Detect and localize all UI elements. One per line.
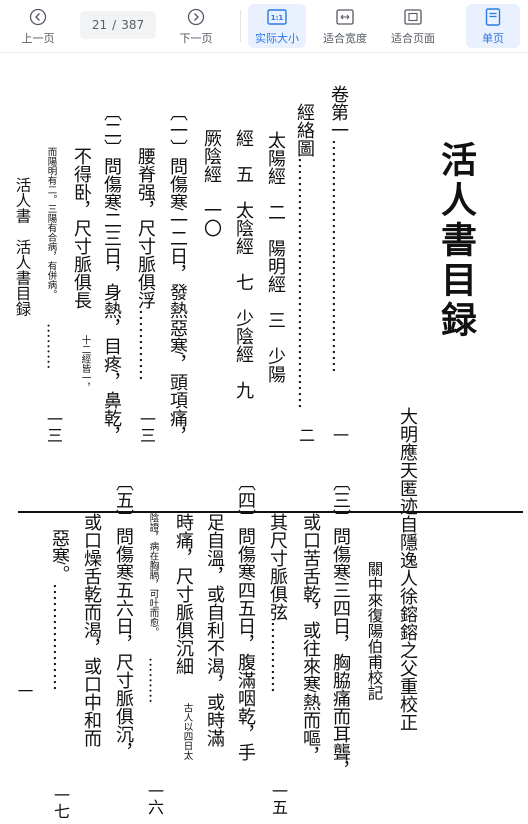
editor-line: 關中來復陽伯甫校記 bbox=[365, 561, 384, 701]
toc-line: 經 五 太陰經 七 少陰經 九 bbox=[233, 129, 254, 399]
toc-annotation: 陰證，病在胸膈，可吐而愈。 bbox=[147, 513, 159, 637]
single-page-label: 单页 bbox=[482, 32, 504, 45]
document-page: 活人書目録 卷第一………………………………… 一 經絡圖………………………………… bbox=[0, 53, 528, 824]
fit-width-icon bbox=[335, 7, 355, 27]
prev-page-label: 上一页 bbox=[21, 32, 55, 45]
document-title: 活人書目録 bbox=[435, 141, 477, 341]
toc-leader-dots: ……… bbox=[43, 323, 62, 370]
next-page-label: 下一页 bbox=[179, 32, 213, 45]
actual-size-badge: 1:1 bbox=[270, 13, 284, 22]
toc-line: 足自溫，或自利不渴，或時滿 bbox=[204, 513, 225, 747]
actual-size-label: 实际大小 bbox=[255, 32, 299, 45]
toc-entry: 〔三〕問傷寒三四日，胸脇痛而耳聾， bbox=[330, 473, 351, 779]
toc-line: 或口燥舌乾而渴，或口中和而 bbox=[81, 513, 102, 747]
toc-page-number: 一七 bbox=[51, 787, 70, 819]
toc-page-number: 一三 bbox=[44, 411, 63, 443]
toc-entry: 〔一〕問傷寒一二日，發熱惡寒，頭項痛， bbox=[167, 103, 188, 445]
single-page-icon bbox=[483, 7, 503, 27]
toc-line: 其尺寸脈俱弦………… bbox=[267, 513, 288, 693]
chevron-left-circle-icon bbox=[28, 7, 48, 27]
single-page-button[interactable]: 单页 bbox=[466, 4, 520, 48]
actual-size-icon: 1:1 bbox=[267, 7, 287, 27]
page-folio: 一 bbox=[15, 683, 34, 699]
toc-line: 惡寒。……………… bbox=[49, 529, 70, 691]
actual-size-button[interactable]: 1:1 实际大小 bbox=[248, 4, 306, 48]
toc-line: 厥陰經 一〇 bbox=[201, 129, 222, 237]
fit-width-label: 适合宽度 bbox=[323, 32, 367, 45]
next-page-button[interactable]: 下一页 bbox=[170, 4, 222, 48]
toc-entry: 〔五〕問傷寒五六日，尺寸脈俱沉， bbox=[113, 473, 134, 761]
toc-leader-dots: ……… bbox=[145, 657, 164, 704]
toc-page-number: 二 bbox=[296, 427, 315, 443]
toc-line: 腰脊强，尺寸脈俱浮………… bbox=[135, 147, 156, 381]
prev-page-button[interactable]: 上一页 bbox=[12, 4, 64, 48]
fit-page-icon bbox=[403, 7, 423, 27]
toc-annotation: 十二經皆一， bbox=[79, 335, 91, 392]
fit-width-button[interactable]: 适合宽度 bbox=[316, 4, 374, 48]
author-line: 大明應天匿迹自隱逸人徐鎔鎔之父重校正 bbox=[397, 407, 418, 731]
toc-page-number: 一六 bbox=[145, 783, 164, 815]
toolbar-divider bbox=[240, 10, 241, 42]
toc-page-number: 一 bbox=[330, 427, 349, 443]
toc-line: 或口苦舌乾，或往來寒熱而嘔， bbox=[300, 513, 321, 765]
running-header: 活人書 活人書目録 bbox=[13, 177, 32, 317]
toc-line: 太陽經 二 陽明經 三 少陽 bbox=[265, 131, 286, 383]
fit-page-button[interactable]: 适合页面 bbox=[384, 4, 442, 48]
chevron-right-circle-icon bbox=[186, 7, 206, 27]
toc-volume-one: 卷第一………………………………… bbox=[328, 85, 349, 373]
page-indicator[interactable]: 21 / 387 bbox=[80, 11, 156, 39]
viewer-toolbar: 上一页 21 / 387 下一页 1:1 实际大小 适合宽度 适合页面 单页 bbox=[0, 0, 528, 53]
toc-annotation: 古人以四日太 bbox=[181, 703, 193, 760]
toc-line: 不得卧，尺寸脈俱長 bbox=[71, 147, 92, 309]
toc-line: 經絡圖…………………………………… bbox=[294, 103, 315, 409]
toc-line: 時痛，尺寸脈俱沉細 bbox=[173, 513, 194, 675]
toc-page-number: 一三 bbox=[137, 411, 156, 443]
toc-page-number: 一五 bbox=[269, 783, 288, 815]
page-separator: / bbox=[112, 18, 117, 32]
page-current[interactable]: 21 bbox=[92, 18, 107, 32]
toc-entry: 〔二〕問傷寒二三日，身熱，目疼，鼻乾， bbox=[101, 103, 122, 445]
toc-annotation: 而陽明有二。三陽有合病，有併病。 bbox=[45, 147, 57, 299]
page-total: 387 bbox=[121, 18, 145, 32]
fit-page-label: 适合页面 bbox=[391, 32, 435, 45]
toc-entry: 〔四〕問傷寒四五日，腹滿咽乾，手 bbox=[235, 473, 256, 761]
